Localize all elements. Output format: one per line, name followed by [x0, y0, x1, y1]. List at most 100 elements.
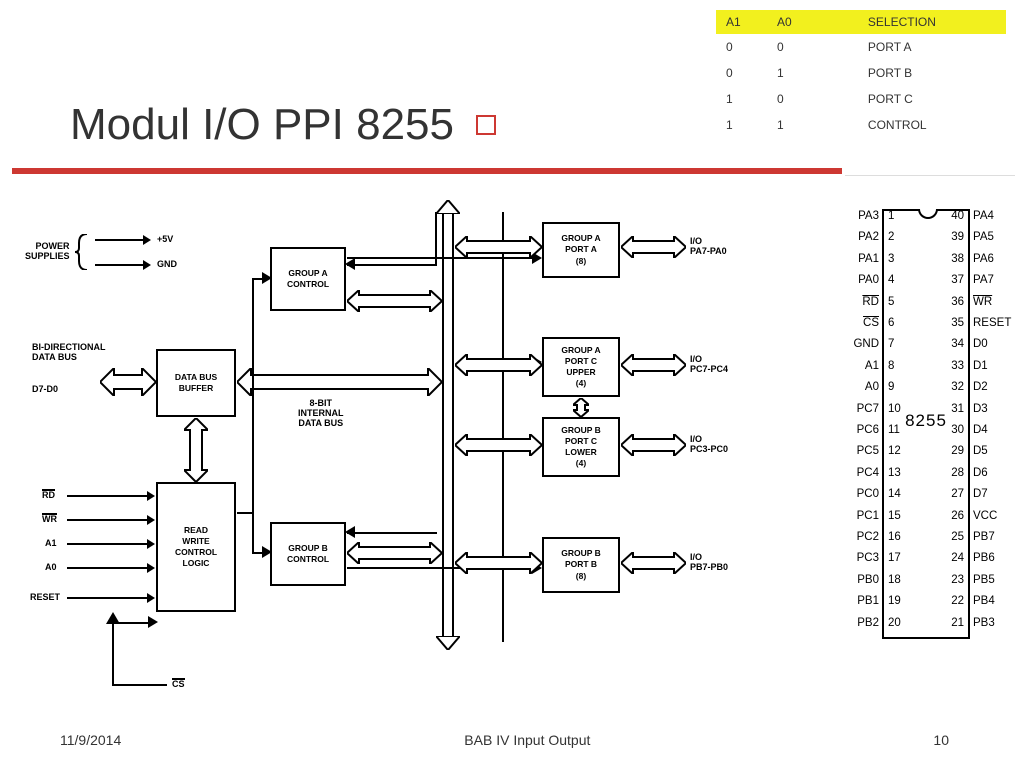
pin-right-label: PB4: [973, 595, 995, 607]
pin-right-num: 24: [951, 552, 964, 564]
bidir-label: BI-DIRECTIONAL DATA BUS: [32, 342, 106, 362]
bus-bot-arrow: [436, 636, 460, 650]
pin-left-label: PC4: [857, 467, 879, 479]
cs-line-v: [112, 622, 114, 684]
pin-left-label: PC1: [857, 510, 879, 522]
vertical-bus: [442, 210, 454, 640]
pin-right-label: RESET: [973, 317, 1011, 329]
pin-left-label: PA3: [858, 210, 879, 222]
pin-right-num: 34: [951, 338, 964, 350]
pin-left-label: A1: [865, 360, 879, 372]
pin-left-num: 4: [888, 274, 894, 286]
port-c-lower-block: GROUP B PORT C LOWER (4): [542, 417, 620, 477]
pin-left-label: RD: [862, 296, 879, 308]
pin-left-label: CS: [863, 317, 879, 329]
d7d0-label: D7-D0: [32, 384, 58, 394]
dbb-rwcl-link: [184, 418, 208, 482]
pin-right-num: 26: [951, 510, 964, 522]
pin-left-num: 7: [888, 338, 894, 350]
bus-top-arrow: [436, 200, 460, 214]
pin-left-num: 5: [888, 296, 894, 308]
th-a0: A0: [767, 10, 818, 34]
port-c-upper-block: GROUP A PORT C UPPER (4): [542, 337, 620, 397]
pin-right-num: 32: [951, 381, 964, 393]
a0-label: A0: [45, 562, 57, 572]
title-underline: [12, 168, 842, 174]
pin-right-label: D7: [973, 488, 988, 500]
5v-label: +5V: [157, 234, 173, 244]
pin-left-num: 10: [888, 403, 901, 415]
pin-left-label: PA0: [858, 274, 879, 286]
footer-date: 11/9/2014: [60, 732, 121, 748]
pin-left-num: 17: [888, 552, 901, 564]
cs-line-h: [112, 684, 167, 686]
pin-left-label: PC2: [857, 531, 879, 543]
port-b-block: GROUP B PORT B (8): [542, 537, 620, 593]
pin-right-label: D5: [973, 445, 988, 457]
arrow-5v: [95, 239, 145, 241]
pin-left-num: 14: [888, 488, 901, 500]
internal-bus-arrow: [237, 368, 442, 396]
pin-left-label: GND: [853, 338, 879, 350]
arrow-a0: [67, 567, 149, 569]
brace-icon: [75, 234, 89, 270]
pin-right-num: 38: [951, 253, 964, 265]
arrow-gnd: [95, 264, 145, 266]
pin-left-label: PC7: [857, 403, 879, 415]
pin-right-num: 28: [951, 467, 964, 479]
pin-left-label: PC5: [857, 445, 879, 457]
pin-left-label: A0: [865, 381, 879, 393]
pin-left-label: PB2: [857, 617, 879, 629]
a1-label: A1: [45, 538, 57, 548]
pin-left-num: 20: [888, 617, 901, 629]
pin-right-label: PB3: [973, 617, 995, 629]
io-pb-label: I/O PB7-PB0: [690, 552, 728, 572]
pin-left-num: 15: [888, 510, 901, 522]
pinout-diagram: 8255 PA31PA440PA22PA539PA13PA638PA04PA73…: [840, 207, 1012, 642]
io-pa-label: I/O PA7-PA0: [690, 236, 727, 256]
pin-right-label: PA5: [973, 231, 994, 243]
cs-into: [112, 622, 150, 624]
pin-right-label: PB7: [973, 531, 995, 543]
pin-left-num: 9: [888, 381, 894, 393]
pin-right-num: 30: [951, 424, 964, 436]
pin-right-label: D1: [973, 360, 988, 372]
pin-right-num: 31: [951, 403, 964, 415]
pin-left-num: 13: [888, 467, 901, 479]
footer-center: BAB IV Input Output: [464, 732, 590, 748]
bidir-arrow-bus: [100, 368, 156, 396]
pin-left-num: 19: [888, 595, 901, 607]
pin-right-label: WR: [973, 296, 992, 308]
pin-left-num: 16: [888, 531, 901, 543]
pin-left-num: 3: [888, 253, 894, 265]
pin-right-label: D6: [973, 467, 988, 479]
pin-left-num: 2: [888, 231, 894, 243]
pin-left-label: PA1: [858, 253, 879, 265]
pin-right-label: VCC: [973, 510, 997, 522]
bus8-label: 8-BIT INTERNAL DATA BUS: [298, 398, 344, 428]
group-b-control-block: GROUP B CONTROL: [270, 522, 346, 586]
th-sel: SELECTION: [818, 10, 1006, 34]
pin-left-num: 8: [888, 360, 894, 372]
pin-right-num: 36: [951, 296, 964, 308]
pin-left-label: PC3: [857, 552, 879, 564]
title-decor-square: [476, 115, 496, 135]
footer-page: 10: [933, 732, 949, 748]
chip-notch-icon: [918, 209, 938, 219]
pin-right-label: D4: [973, 424, 988, 436]
group-a-control-block: GROUP A CONTROL: [270, 247, 346, 311]
pin-right-label: D0: [973, 338, 988, 350]
pin-right-num: 35: [951, 317, 964, 329]
pin-left-num: 18: [888, 574, 901, 586]
pin-right-num: 29: [951, 445, 964, 457]
arrow-rd: [67, 495, 149, 497]
pin-right-num: 23: [951, 574, 964, 586]
arrow-a1: [67, 543, 149, 545]
reset-label: RESET: [30, 592, 60, 602]
pin-right-num: 22: [951, 595, 964, 607]
io-pc74-label: I/O PC7-PC4: [690, 354, 728, 374]
page-title: Modul I/O PPI 8255: [70, 100, 454, 150]
cs-arrowhead2: [148, 616, 158, 628]
cs-label: CS: [172, 679, 185, 689]
power-supplies-label: POWER SUPPLIES: [25, 241, 70, 261]
